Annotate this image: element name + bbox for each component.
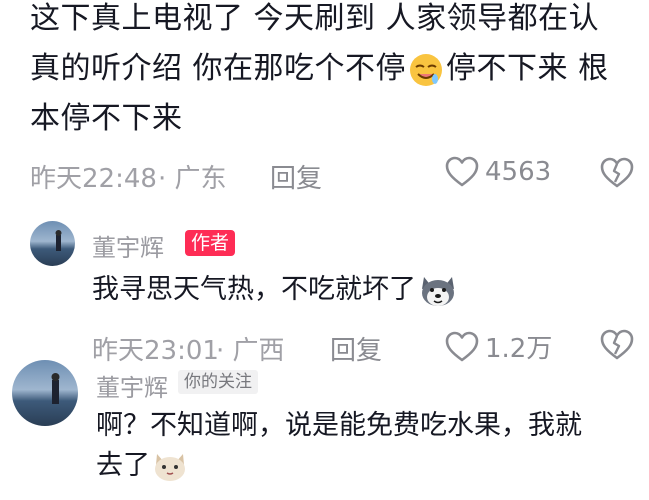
top-comment-reply-button[interactable]: 回复 — [270, 158, 322, 195]
top-comment-like-button[interactable]: 4563 — [445, 156, 551, 188]
avatar[interactable] — [30, 221, 75, 266]
broken-heart-icon — [600, 157, 634, 189]
reply1-username[interactable]: 董宇辉 — [92, 228, 164, 263]
reply2-line-2-row: 去了 — [96, 442, 188, 490]
top-comment-line-3: 本停不下来 — [30, 101, 183, 136]
following-badge: 你的关注 — [178, 370, 258, 394]
cat-emoji — [152, 450, 188, 484]
avatar[interactable] — [12, 360, 78, 426]
top-comment-like-count: 4563 — [485, 157, 552, 187]
reply1-text-row: 我寻思天气热，不吃就坏了 — [92, 266, 458, 314]
reply2-username[interactable]: 董宇辉 — [96, 368, 168, 403]
top-comment-line-2: 真的听介绍 你在那吃个不停 停不下来 根 — [30, 44, 609, 94]
husky-emoji — [418, 273, 458, 309]
author-badge: 作者 — [185, 230, 236, 256]
heart-outline-icon — [445, 331, 479, 363]
top-comment-dislike-button[interactable] — [600, 157, 634, 193]
reply1-text: 我寻思天气热，不吃就坏了 — [92, 274, 416, 305]
heart-outline-icon — [445, 156, 479, 188]
reply2-line-2: 去了 — [96, 450, 150, 481]
reply1-location: · 广西 — [216, 336, 285, 366]
top-comment-line-2-a: 真的听介绍 你在那吃个不停 — [30, 51, 407, 86]
reply1-time: 昨天23:01 — [92, 336, 219, 366]
reply1-dislike-button[interactable] — [600, 329, 634, 365]
top-comment-line-1: 这下真上电视了 今天刷到 人家领导都在认 — [30, 1, 600, 36]
top-comment-line-2-b: 停不下来 根 — [446, 51, 609, 86]
top-comment-time: 昨天22:48 — [30, 164, 157, 194]
reply1-like-count: 1.2万 — [485, 334, 553, 364]
top-comment-location: · 广东 — [158, 164, 227, 194]
drooling-emoji — [408, 52, 444, 88]
reply1-reply-button[interactable]: 回复 — [330, 330, 382, 367]
broken-heart-icon — [600, 329, 634, 361]
reply1-like-button[interactable]: 1.2万 — [445, 328, 552, 365]
